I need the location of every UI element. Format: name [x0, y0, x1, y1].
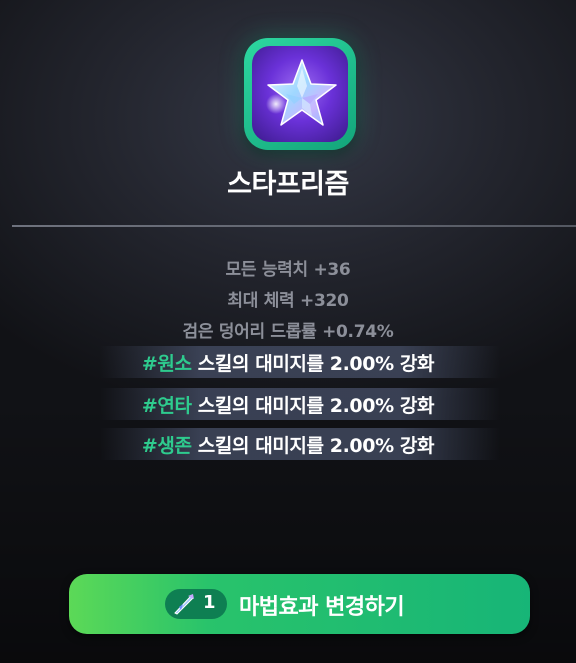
skill-tag: #연타 [141, 395, 192, 417]
skill-effect-text: 스킬의 대미지를 2.00% 강화 [191, 353, 435, 375]
change-magic-effect-button[interactable]: 1 마법효과 변경하기 [69, 574, 530, 634]
skill-effect-text: 스킬의 대미지를 2.00% 강화 [191, 395, 435, 417]
button-label: 마법효과 변경하기 [239, 595, 405, 620]
quill-icon [174, 594, 194, 615]
stat-all-abilities: 모든 능력치 +36 [225, 260, 351, 280]
stat-drop-rate: 검은 덩어리 드롭률 +0.74% [182, 322, 394, 342]
item-name: 스타프리즘 [227, 169, 349, 200]
skill-line-survival: #생존 스킬의 대미지를 2.00% 강화 [0, 431, 576, 458]
skill-line-element: #원소 스킬의 대미지를 2.00% 강화 [0, 349, 576, 376]
cost-pill: 1 [165, 589, 227, 619]
divider [12, 225, 576, 227]
cost-count: 1 [203, 592, 216, 613]
skill-effect-text: 스킬의 대미지를 2.00% 강화 [191, 435, 435, 457]
skill-tag: #원소 [141, 353, 192, 375]
skill-line-combo: #연타 스킬의 대미지를 2.00% 강화 [0, 391, 576, 418]
star-prism-icon [252, 46, 348, 142]
skill-tag: #생존 [141, 435, 192, 457]
stat-max-hp: 최대 체력 +320 [227, 291, 349, 311]
item-icon-frame [244, 38, 356, 150]
